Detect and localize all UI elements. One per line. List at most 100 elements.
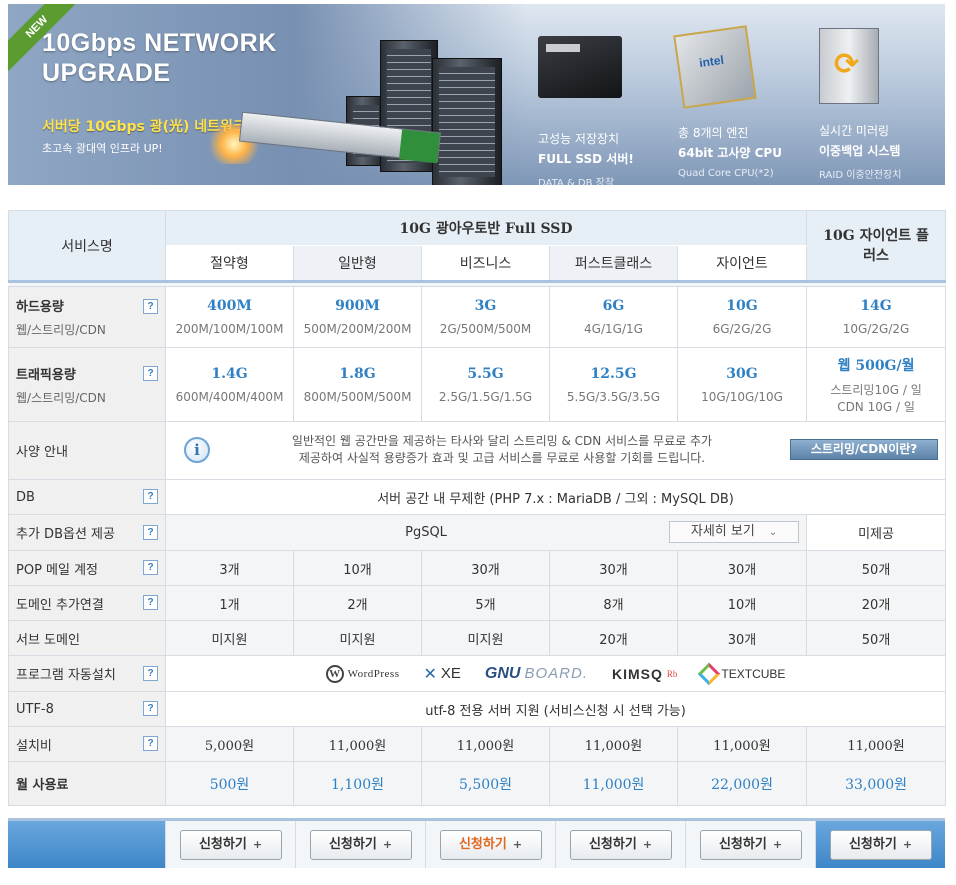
xe-icon: ✕	[423, 664, 437, 683]
apply-bar-label-area	[8, 821, 165, 868]
extra-db-value: PgSQL	[405, 525, 447, 540]
row-label-extra-db: 추가 DB옵션 제공 ?	[8, 514, 166, 551]
row-label-db: DB ?	[8, 479, 166, 515]
disk-cell: 400M 200M/100M/100M	[165, 286, 294, 348]
help-icon[interactable]: ?	[143, 524, 158, 540]
subdomain-cell: 20개	[549, 620, 678, 656]
subdomain-cell: 미지원	[293, 620, 422, 656]
help-icon[interactable]: ?	[143, 489, 158, 504]
plan-header-standard: 일반형	[293, 245, 422, 282]
apply-button-saver[interactable]: 신청하기 +	[179, 829, 282, 860]
server-rack-graphic	[432, 58, 502, 185]
cpu-icon	[673, 25, 757, 109]
row-label-setup-fee: 설치비 ?	[8, 726, 166, 762]
row-label-programs: 프로그램 자동설치 ?	[8, 655, 166, 692]
table-row-setup-fee: 설치비 ? 5,000원 11,000원 11,000원 11,000원 11,…	[8, 726, 947, 762]
service-name-header: 서비스명	[8, 210, 166, 282]
help-icon[interactable]: ?	[143, 701, 158, 716]
subdomain-cell: 미지원	[421, 620, 550, 656]
gnuboard-logo: GNU BOARD.	[484, 664, 588, 683]
pop-cell: 3개	[165, 550, 294, 586]
feature-cpu-line1: 총 8개의 엔진	[678, 126, 749, 140]
plan-group-title: 10G 광아우토반 Full SSD	[164, 210, 808, 246]
subdomain-cell: 50개	[806, 620, 947, 656]
banner-headline-line2: UPGRADE	[42, 59, 171, 87]
feature-raid-line3: RAID 이중안전장치	[819, 170, 902, 181]
apply-button-firstclass[interactable]: 신청하기 +	[569, 829, 672, 860]
pop-cell: 50개	[806, 550, 947, 586]
monthly-price-cell: 33,000원	[806, 761, 947, 806]
feature-cpu-line2: 64bit 고사양 CPU	[678, 146, 782, 160]
ssd-icon	[538, 36, 622, 98]
domain-cell: 2개	[293, 585, 422, 621]
traffic-cell: 12.5G 5.5G/3.5G/3.5G	[549, 347, 678, 422]
hosting-plan-table: 서비스명 10G 광아우토반 Full SSD 10G 자이언트 플러스 절약형…	[8, 210, 947, 806]
plan-header-business: 비즈니스	[421, 245, 550, 282]
chevron-down-icon: ⌄	[768, 527, 778, 538]
row-label-domain: 도메인 추가연결 ?	[8, 585, 166, 621]
monthly-price-cell: 1,100원	[293, 761, 422, 806]
extra-db-value-cell: PgSQL 자세히 보기 ⌄	[164, 514, 808, 551]
plus-icon: +	[252, 837, 263, 851]
domain-cell: 1개	[165, 585, 294, 621]
raid-mirror-icon	[819, 28, 879, 104]
traffic-cell: 5.5G 2.5G/1.5G/1.5G	[421, 347, 550, 422]
row-label-subdomain: 서브 도메인	[8, 620, 166, 656]
apply-button-giant[interactable]: 신청하기 +	[699, 829, 802, 860]
domain-cell: 5개	[421, 585, 550, 621]
apply-bar: 신청하기 + 신청하기 + 신청하기 + 신청하기 + 신청하기 + 신청하기 +	[8, 818, 945, 868]
extra-db-giant: 미제공	[806, 514, 947, 551]
disk-cell: 6G 4G/1G/1G	[549, 286, 678, 348]
wordpress-logo: W WordPress	[325, 664, 400, 683]
spec-notice: i 일반적인 웹 공간만을 제공하는 타사와 달리 스트리밍 & CDN 서비스…	[164, 421, 947, 480]
pop-cell: 30개	[549, 550, 678, 586]
plus-icon: +	[382, 837, 393, 851]
help-icon[interactable]: ?	[143, 560, 158, 575]
giant-plus-header: 10G 자이언트 플러스	[806, 210, 947, 282]
pop-cell: 30개	[421, 550, 550, 586]
banner-headline: 10Gbps NETWORK UPGRADE	[42, 28, 277, 88]
feature-ssd-line3: DATA & DB 장착	[538, 178, 615, 185]
kimsq-logo: KIMSQ Rb	[612, 665, 678, 682]
plan-header-firstclass: 퍼스트클래스	[549, 245, 678, 282]
apply-button-standard[interactable]: 신청하기 +	[309, 829, 412, 860]
disk-cell: 900M 500M/200M/200M	[293, 286, 422, 348]
feature-ssd: 고성능 저장장치 FULL SSD 서버! DATA & DB 장착	[538, 16, 668, 185]
table-row-monthly: 월 사용료 500원 1,100원 5,500원 11,000원 22,000원…	[8, 761, 947, 806]
feature-cpu: 총 8개의 엔진 64bit 고사양 CPU Quad Core CPU(*2)	[673, 16, 808, 179]
feature-raid-line1: 실시간 미러링	[819, 124, 890, 138]
help-icon[interactable]: ?	[143, 736, 158, 751]
banner-caption: 초고속 광대역 인프라 UP!	[42, 142, 163, 155]
row-label-monthly: 월 사용료	[8, 761, 166, 806]
spec-notice-text: 일반적인 웹 공간만을 제공하는 타사와 달리 스트리밍 & CDN 서비스를 …	[291, 434, 713, 465]
details-dropdown-button[interactable]: 자세히 보기 ⌄	[669, 521, 800, 543]
setup-fee-cell: 11,000원	[806, 726, 947, 762]
traffic-cell: 30G 10G/10G/10G	[676, 347, 808, 422]
table-row-domain: 도메인 추가연결 ? 1개 2개 5개 8개 10개 20개	[8, 585, 947, 621]
traffic-cell: 1.4G 600M/400M/400M	[165, 347, 294, 422]
table-row-utf8: UTF-8 ? utf-8 전용 서버 지원 (서비스신청 시 선택 가능)	[8, 691, 947, 727]
help-icon[interactable]: ?	[143, 595, 158, 610]
help-icon[interactable]: ?	[143, 299, 158, 314]
streaming-cdn-info-button[interactable]: 스트리밍/CDN이란?	[790, 439, 939, 460]
plus-icon: +	[512, 837, 523, 851]
table-row-programs: 프로그램 자동설치 ? W WordPress ✕ XE GNU BOARD. KIM…	[8, 655, 947, 692]
monthly-price-cell: 500원	[165, 761, 294, 806]
apply-button-giant-plus[interactable]: 신청하기 +	[829, 829, 932, 860]
subdomain-cell: 30개	[676, 620, 808, 656]
help-icon[interactable]: ?	[143, 665, 158, 681]
plus-icon: +	[772, 837, 783, 851]
table-row-pop: POP 메일 계정 ? 3개 10개 30개 30개 30개 50개	[8, 550, 947, 586]
pop-cell: 30개	[676, 550, 808, 586]
help-icon[interactable]: ?	[143, 366, 158, 381]
banner-headline-line1: 10Gbps NETWORK	[42, 29, 277, 57]
utf8-value: utf-8 전용 서버 지원 (서비스신청 시 선택 가능)	[164, 691, 947, 727]
disk-cell: 14G 10G/2G/2G	[806, 286, 947, 348]
plan-header-saver: 절약형	[165, 245, 294, 282]
info-icon: i	[184, 437, 210, 463]
promo-banner[interactable]: NEW 10Gbps NETWORK UPGRADE 서버당 10Gbps 광(…	[8, 4, 945, 185]
setup-fee-cell: 5,000원	[165, 726, 294, 762]
apply-button-business[interactable]: 신청하기 +	[439, 829, 542, 860]
setup-fee-cell: 11,000원	[549, 726, 678, 762]
feature-ssd-line1: 고성능 저장장치	[538, 132, 620, 146]
